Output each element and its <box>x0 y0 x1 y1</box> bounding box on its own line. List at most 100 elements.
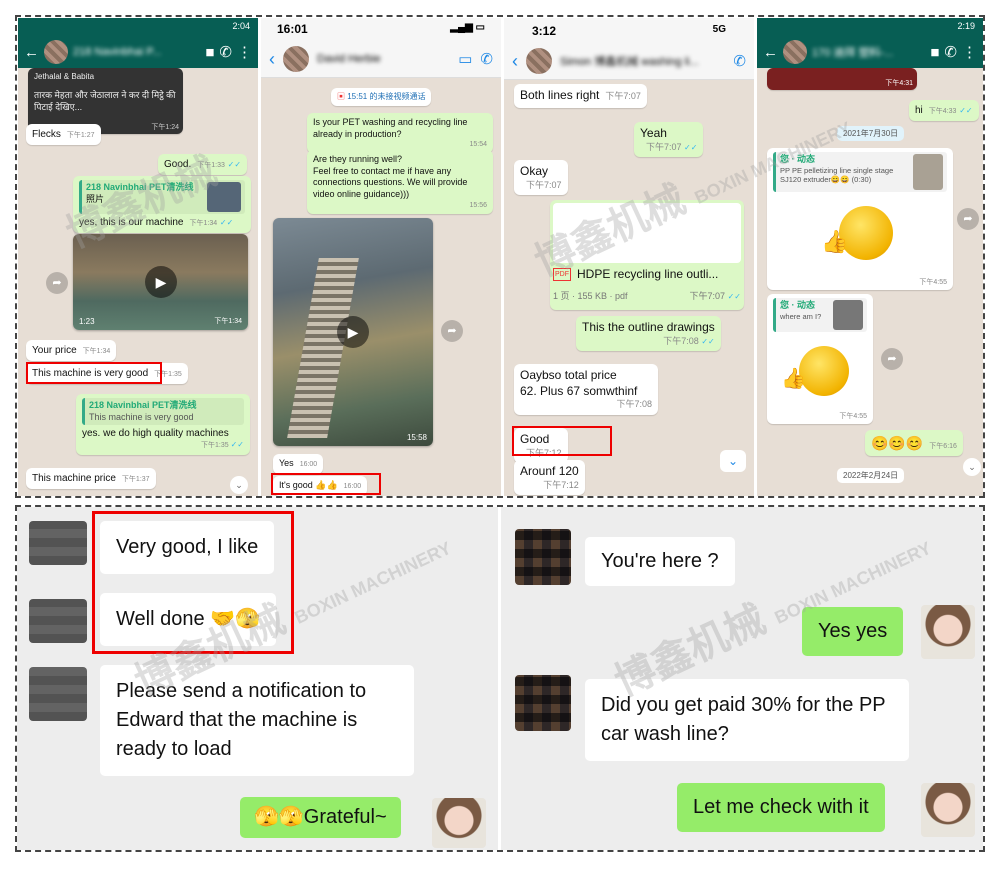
message-text: Let me check with it <box>693 796 869 818</box>
contact-avatar[interactable] <box>515 675 571 731</box>
message-bubble[interactable]: Your price 下午1:34 <box>26 340 117 361</box>
message-text: Flecks <box>32 129 61 140</box>
reply-bubble[interactable]: 218 Navinbhai PET清洗线 照片 yes, this is our … <box>73 176 251 233</box>
message-bubble[interactable]: hi 下午4:33 ✓✓ <box>909 100 979 121</box>
my-avatar[interactable] <box>432 798 486 848</box>
voice-call-icon[interactable]: ✆ <box>944 45 957 60</box>
quoted-status[interactable]: 您 · 动态 where am I? <box>773 298 867 332</box>
back-chevron-icon[interactable]: ‹ <box>269 50 275 68</box>
message-text: yes, this is our machine <box>79 217 184 228</box>
message-bubble[interactable]: This the outline drawings 下午7:08 ✓✓ <box>576 316 721 352</box>
voice-call-icon[interactable]: ✆ <box>219 45 232 60</box>
date-divider: 2022年2月24日 <box>837 468 905 483</box>
status-reply-bubble[interactable]: 您 · 动态 PP PE pelletizing line single stag… <box>767 148 953 290</box>
message-bubble[interactable]: Okay 下午7:07 <box>514 160 568 196</box>
scroll-down-icon[interactable]: ⌄ <box>963 458 981 476</box>
message-bubble[interactable]: Flecks 下午1:27 <box>26 124 101 145</box>
forward-icon[interactable]: ➦ <box>957 208 979 230</box>
reply-bubble[interactable]: 218 Navinbhai PET清洗线 This machine is very… <box>76 394 250 455</box>
status-reply-bubble[interactable]: 您 · 动态 where am I? 👍 下午4:55 <box>767 294 873 424</box>
quoted-status[interactable]: 您 · 动态 PP PE pelletizing line single stag… <box>773 152 947 192</box>
add-call-icon[interactable]: ✆ <box>733 54 746 69</box>
phone1-clock: 2:04 <box>232 21 250 31</box>
phone1-contact-name[interactable]: 218 Navinbhai P... <box>73 46 200 58</box>
phone3-contact-name[interactable]: Simon 博鑫机械 washing li... <box>560 53 725 69</box>
forward-icon[interactable]: ➦ <box>46 272 68 294</box>
message-bubble[interactable]: 😊😊😊 下午6:16 <box>865 430 963 457</box>
my-avatar[interactable] <box>921 783 975 837</box>
message-bubble[interactable]: Good. 下午1:33 ✓✓ <box>158 154 248 175</box>
message-text: Your price <box>32 345 77 356</box>
message-bubble[interactable]: This machine price 下午1:37 <box>26 468 156 489</box>
message-time: 下午7:07 <box>646 141 682 152</box>
phone4-avatar[interactable] <box>783 40 807 64</box>
video-call-icon[interactable]: ■ <box>205 45 214 60</box>
contact-avatar[interactable] <box>29 599 87 643</box>
video-time: 下午1:34 <box>214 318 242 325</box>
message-bubble[interactable]: You're here ? <box>585 537 735 586</box>
forward-icon[interactable]: ➦ <box>881 348 903 370</box>
quote-text: This machine is very good <box>89 411 194 422</box>
contact-avatar[interactable] <box>29 667 87 721</box>
message-time: 下午7:08 <box>663 335 699 346</box>
message-bubble[interactable]: 🫣🫣Grateful~ <box>240 797 401 838</box>
back-chevron-icon[interactable]: ‹ <box>512 52 518 70</box>
play-icon[interactable]: ▶ <box>337 316 369 348</box>
contact-avatar[interactable] <box>29 521 87 565</box>
phone3-avatar[interactable] <box>526 48 552 74</box>
message-bubble[interactable]: Did you get paid 30% for the PP car wash… <box>585 679 909 761</box>
scroll-down-icon[interactable]: ⌄ <box>720 450 746 472</box>
more-menu-icon[interactable]: ⋮ <box>962 45 977 60</box>
missed-call-notice[interactable]: ▣ 15:51 的未接视频通话 <box>331 88 432 107</box>
video-call-icon[interactable]: ▭ <box>458 52 472 67</box>
quoted-message[interactable]: 218 Navinbhai PET清洗线 照片 <box>79 180 245 214</box>
message-text: Yes <box>279 458 294 468</box>
highlight-box <box>26 362 162 384</box>
message-bubble[interactable]: Oaybso total price 62. Plus 67 somwthinf… <box>514 364 658 415</box>
my-avatar[interactable] <box>921 605 975 659</box>
phone2-whatsapp-ios: 16:01 ▂▄▆ ▭ ‹ David Herbie ▭ ✆ ▣ 15:51 的未… <box>261 18 501 496</box>
message-time-row: 下午1:35 ✓✓ <box>88 440 244 450</box>
message-bubble[interactable]: Please send a notification to Edward tha… <box>100 665 414 776</box>
phone4-whatsapp: 2:19 ← 170 迪拜 塑料-... ■ ✆ ⋮ 下午4:31 hi 下午4:… <box>757 18 983 496</box>
pdf-icon: PDF <box>553 268 571 282</box>
message-bubble[interactable]: Let me check with it <box>677 783 885 832</box>
message-bubble[interactable]: Yeah 下午7:07 ✓✓ <box>634 122 704 158</box>
contact-avatar[interactable] <box>515 529 571 585</box>
more-menu-icon[interactable]: ⋮ <box>237 45 252 60</box>
message-time: 15:56 <box>469 201 487 209</box>
message-bubble[interactable]: Yes 16:00 <box>273 454 324 474</box>
message-bubble[interactable]: Both lines right 下午7:07 <box>514 84 647 108</box>
phone2-contact-name[interactable]: David Herbie <box>317 53 450 65</box>
video-call-icon[interactable]: ■ <box>930 45 939 60</box>
message-bubble[interactable]: Is your PET washing and recycling line a… <box>307 113 493 154</box>
message-bubble[interactable]: Yes yes <box>802 607 904 656</box>
phone3-clock: 3:12 <box>532 24 557 38</box>
voice-call-icon[interactable]: ✆ <box>480 52 493 67</box>
message-time: 下午1:34 <box>82 348 111 355</box>
read-ticks-icon: ✓✓ <box>727 291 741 301</box>
phone2-avatar[interactable] <box>283 46 309 72</box>
phone1-avatar[interactable] <box>44 40 68 64</box>
message-bubble[interactable]: Arounf 120 下午7:12 <box>514 460 585 496</box>
read-ticks-icon: ✓✓ <box>684 142 698 152</box>
status-thumbnail <box>913 154 943 190</box>
video-message[interactable]: ▶ 15:58 <box>273 218 433 446</box>
message-text: Yes yes <box>818 620 888 642</box>
phone1-header: 2:04 ← 218 Navinbhai P... ■ ✆ ⋮ <box>18 18 258 68</box>
scroll-down-icon[interactable]: ⌄ <box>230 476 248 494</box>
message-bubble[interactable]: Are they running well? Feel free to cont… <box>307 150 493 214</box>
image-message[interactable]: 下午4:31 <box>767 68 917 90</box>
forward-icon[interactable]: ➦ <box>441 320 463 342</box>
quote-author: 218 Navinbhai PET清洗线 <box>86 182 194 192</box>
back-arrow-icon[interactable]: ← <box>24 45 39 60</box>
message-text: Good. <box>164 159 192 170</box>
document-row[interactable]: PDF HDPE recycling line outli... <box>553 267 741 283</box>
message-time: 下午4:33 <box>928 108 957 115</box>
video-message[interactable]: ▶ 1:23 下午1:34 <box>73 234 248 330</box>
phone4-contact-name[interactable]: 170 迪拜 塑料-... <box>812 44 925 60</box>
play-icon[interactable]: ▶ <box>145 266 177 298</box>
back-arrow-icon[interactable]: ← <box>763 45 778 60</box>
document-message[interactable]: PDF HDPE recycling line outli... 1 页 · 1… <box>550 200 744 310</box>
quoted-message[interactable]: 218 Navinbhai PET清洗线 This machine is very… <box>82 398 244 426</box>
